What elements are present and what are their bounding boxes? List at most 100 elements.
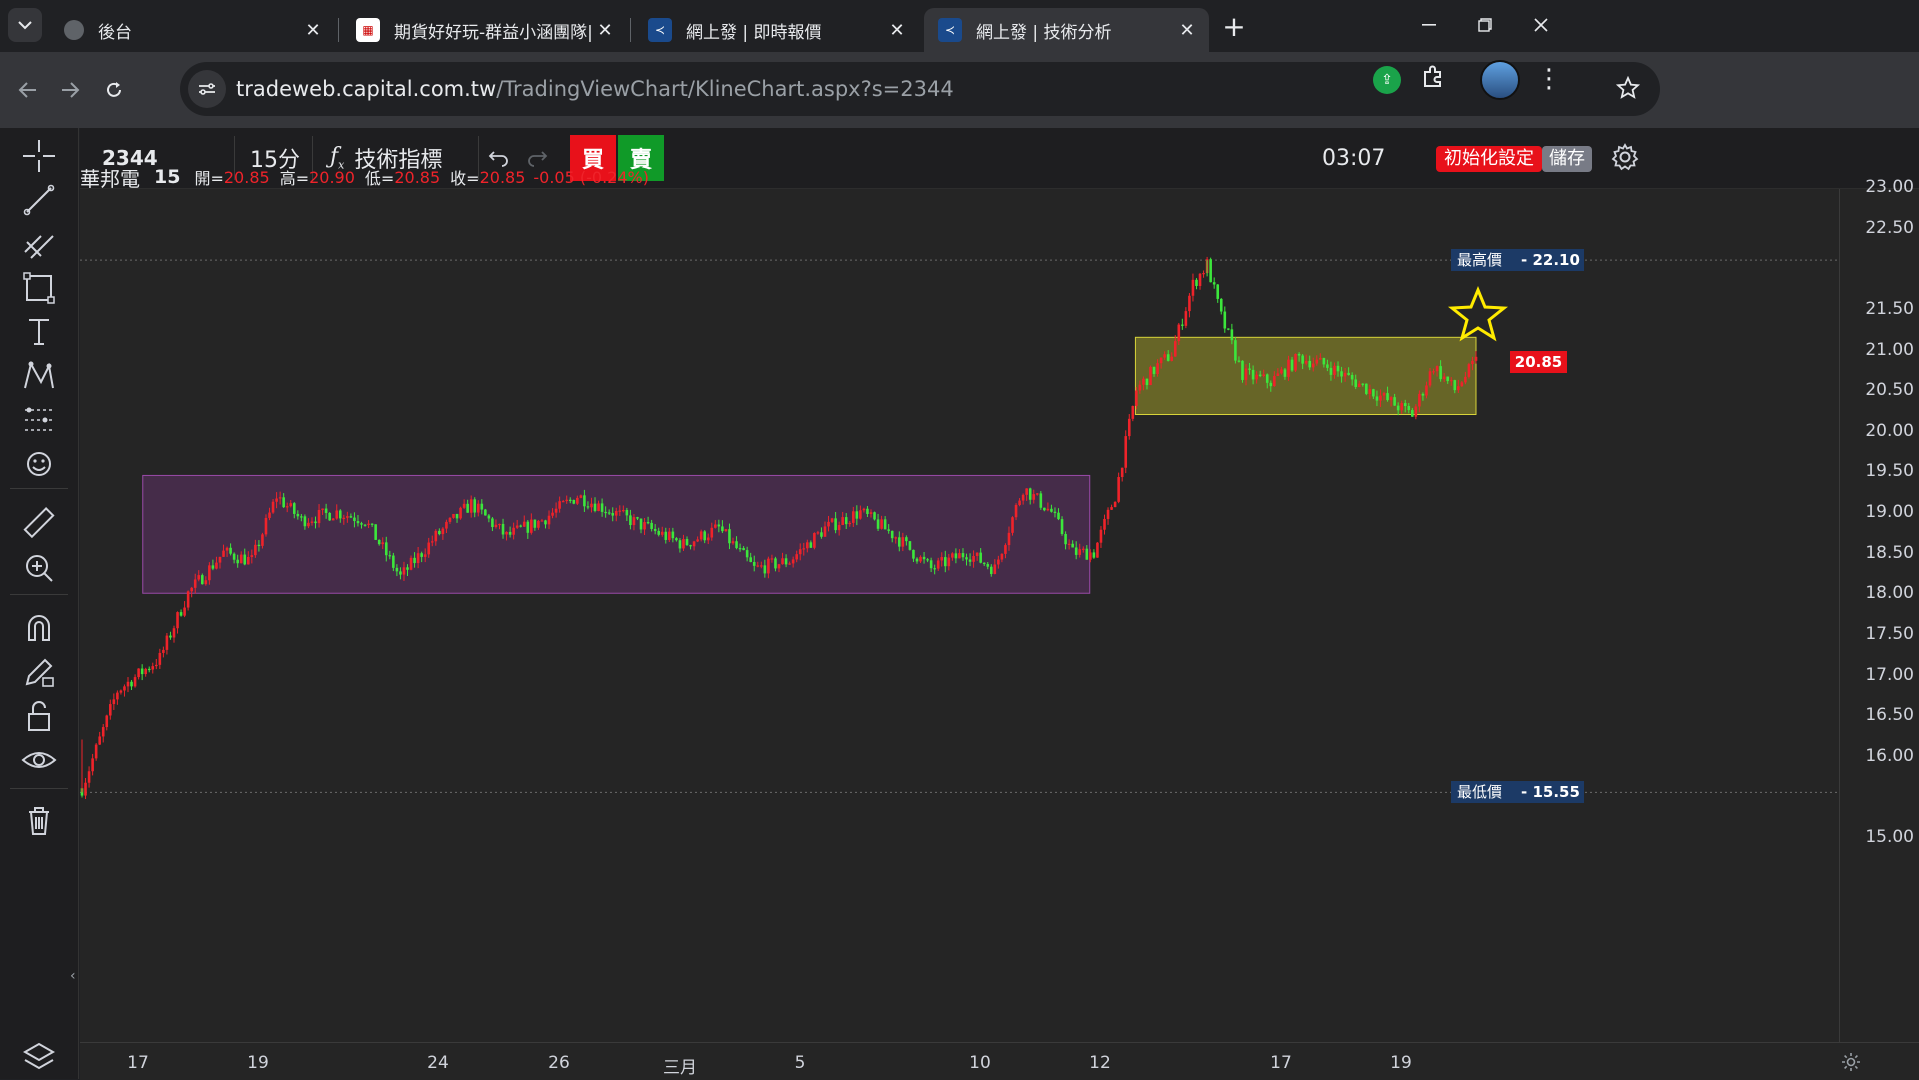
new-tab-button[interactable]: + <box>1218 10 1250 43</box>
candle-body <box>802 548 806 550</box>
extensions-puzzle-icon[interactable] <box>1420 64 1450 94</box>
crosshair-icon[interactable] <box>19 136 59 176</box>
fib-tool-icon[interactable] <box>19 224 59 264</box>
candle-body <box>445 521 448 529</box>
pencil-lock-icon[interactable] <box>19 652 59 692</box>
tab-technical-analysis[interactable]: ≺ 網上發 | 技術分析 ✕ <box>924 8 1209 52</box>
forward-button[interactable] <box>52 72 88 108</box>
candle-body <box>1471 360 1474 365</box>
candlestick-chart[interactable] <box>80 189 1839 1042</box>
globe-icon <box>64 20 84 40</box>
back-button[interactable] <box>10 72 46 108</box>
settings-gear-icon[interactable] <box>1610 142 1642 174</box>
candle-body <box>1230 329 1234 341</box>
extension-share-icon[interactable]: ⇪ <box>1373 66 1401 94</box>
zoom-in-icon[interactable] <box>19 548 59 588</box>
save-button[interactable]: 儲存 <box>1542 146 1592 172</box>
candle-body <box>1043 507 1046 511</box>
candle-body <box>197 575 201 580</box>
trend-line-icon[interactable] <box>19 180 59 220</box>
close-icon[interactable]: ✕ <box>1173 20 1201 41</box>
candle-body <box>1425 385 1428 396</box>
menu-kebab-icon[interactable]: ⋮ <box>1536 62 1562 96</box>
candle-body <box>650 522 653 529</box>
candle-body <box>1290 359 1294 371</box>
candle-body <box>848 522 852 525</box>
candle-body <box>384 542 388 556</box>
candle-body <box>126 681 130 687</box>
prediction-tool-icon[interactable] <box>19 400 59 440</box>
layers-icon[interactable] <box>19 1036 59 1076</box>
candle-body <box>123 686 126 691</box>
site-info-icon[interactable] <box>188 70 226 108</box>
tab-futures[interactable]: ▦ 期貨好好玩-群益小涵團隊|唯一 ✕ <box>342 8 627 52</box>
candle-body <box>229 547 232 554</box>
restore-icon <box>1478 18 1492 32</box>
reset-settings-button[interactable]: 初始化設定 <box>1436 146 1542 172</box>
candle-body <box>1241 360 1244 380</box>
candle-body <box>820 532 823 537</box>
eye-icon[interactable] <box>19 740 59 780</box>
candle-body <box>154 664 158 667</box>
close-icon[interactable]: ✕ <box>591 20 619 41</box>
lock-icon[interactable] <box>19 696 59 736</box>
close-icon[interactable]: ✕ <box>883 20 911 41</box>
window-close-button[interactable] <box>1516 0 1566 50</box>
minimize-button[interactable] <box>1404 0 1454 50</box>
ruler-icon[interactable] <box>19 504 59 544</box>
restore-button[interactable] <box>1460 0 1510 50</box>
candle-body <box>611 513 615 516</box>
price-axis[interactable]: 23.00 22.50 21.50 21.00 20.50 20.00 19.50 19.00… <box>1839 177 1919 1042</box>
candle-body <box>784 558 788 565</box>
tab-search-button[interactable] <box>8 8 42 42</box>
magnet-icon[interactable] <box>19 608 59 648</box>
lowest-price-tag-label: 最低價 <box>1451 781 1515 804</box>
candle-body <box>232 553 236 560</box>
profile-avatar[interactable] <box>1480 60 1520 100</box>
candle-body <box>469 499 473 513</box>
reset-label: 初始化設定 <box>1444 148 1534 169</box>
candle-body <box>890 530 894 539</box>
candle-body <box>1365 383 1368 394</box>
close-icon[interactable]: ✕ <box>299 20 327 41</box>
candle-body <box>87 771 91 783</box>
high-value: 20.90 <box>309 167 355 187</box>
candle-body <box>806 542 809 549</box>
trash-icon[interactable] <box>19 800 59 840</box>
candle-body <box>1326 364 1329 368</box>
candle-body <box>137 668 140 678</box>
axis-settings-icon[interactable] <box>1840 1051 1862 1073</box>
price-tick: 15.00 <box>1865 827 1914 847</box>
bookmark-star-icon[interactable] <box>1615 75 1642 102</box>
time-tick: 5 <box>794 1053 806 1073</box>
candle-body <box>607 512 611 514</box>
candle-body <box>622 509 625 512</box>
candle-body <box>360 523 363 525</box>
arrow-left-icon <box>18 82 36 98</box>
rectangle-icon[interactable] <box>19 268 59 308</box>
candle-body <box>1297 353 1301 356</box>
candle-body <box>491 518 494 528</box>
pattern-tool-icon[interactable] <box>19 356 59 396</box>
reload-button[interactable] <box>96 72 132 108</box>
tab-title: 網上發 | 即時報價 <box>686 22 822 43</box>
candle-body <box>328 512 331 521</box>
tab-backend[interactable]: 後台 ✕ <box>50 8 335 52</box>
chart-pane[interactable]: 華邦電 15 開= 20.85 高= 20.90 低= 20.85 收= 20.… <box>80 166 1839 1042</box>
high-label: 高= <box>279 169 310 188</box>
candle-body <box>844 517 848 525</box>
candle-body <box>629 515 632 526</box>
candle-body <box>1460 382 1464 387</box>
candle-body <box>186 591 190 608</box>
candle-body <box>140 668 144 675</box>
time-axis[interactable]: 17 19 24 26 三月 5 10 12 17 19 <box>80 1042 1919 1080</box>
low-label: 低= <box>364 169 395 188</box>
tab-quotes[interactable]: ≺ 網上發 | 即時報價 ✕ <box>634 8 919 52</box>
candle-body <box>706 537 710 541</box>
candle-body <box>1255 374 1258 380</box>
emoji-icon[interactable] <box>19 444 59 484</box>
text-tool-icon[interactable] <box>19 312 59 352</box>
candle-body <box>441 528 445 535</box>
candle-body <box>664 531 668 540</box>
candle-body <box>1311 363 1315 368</box>
